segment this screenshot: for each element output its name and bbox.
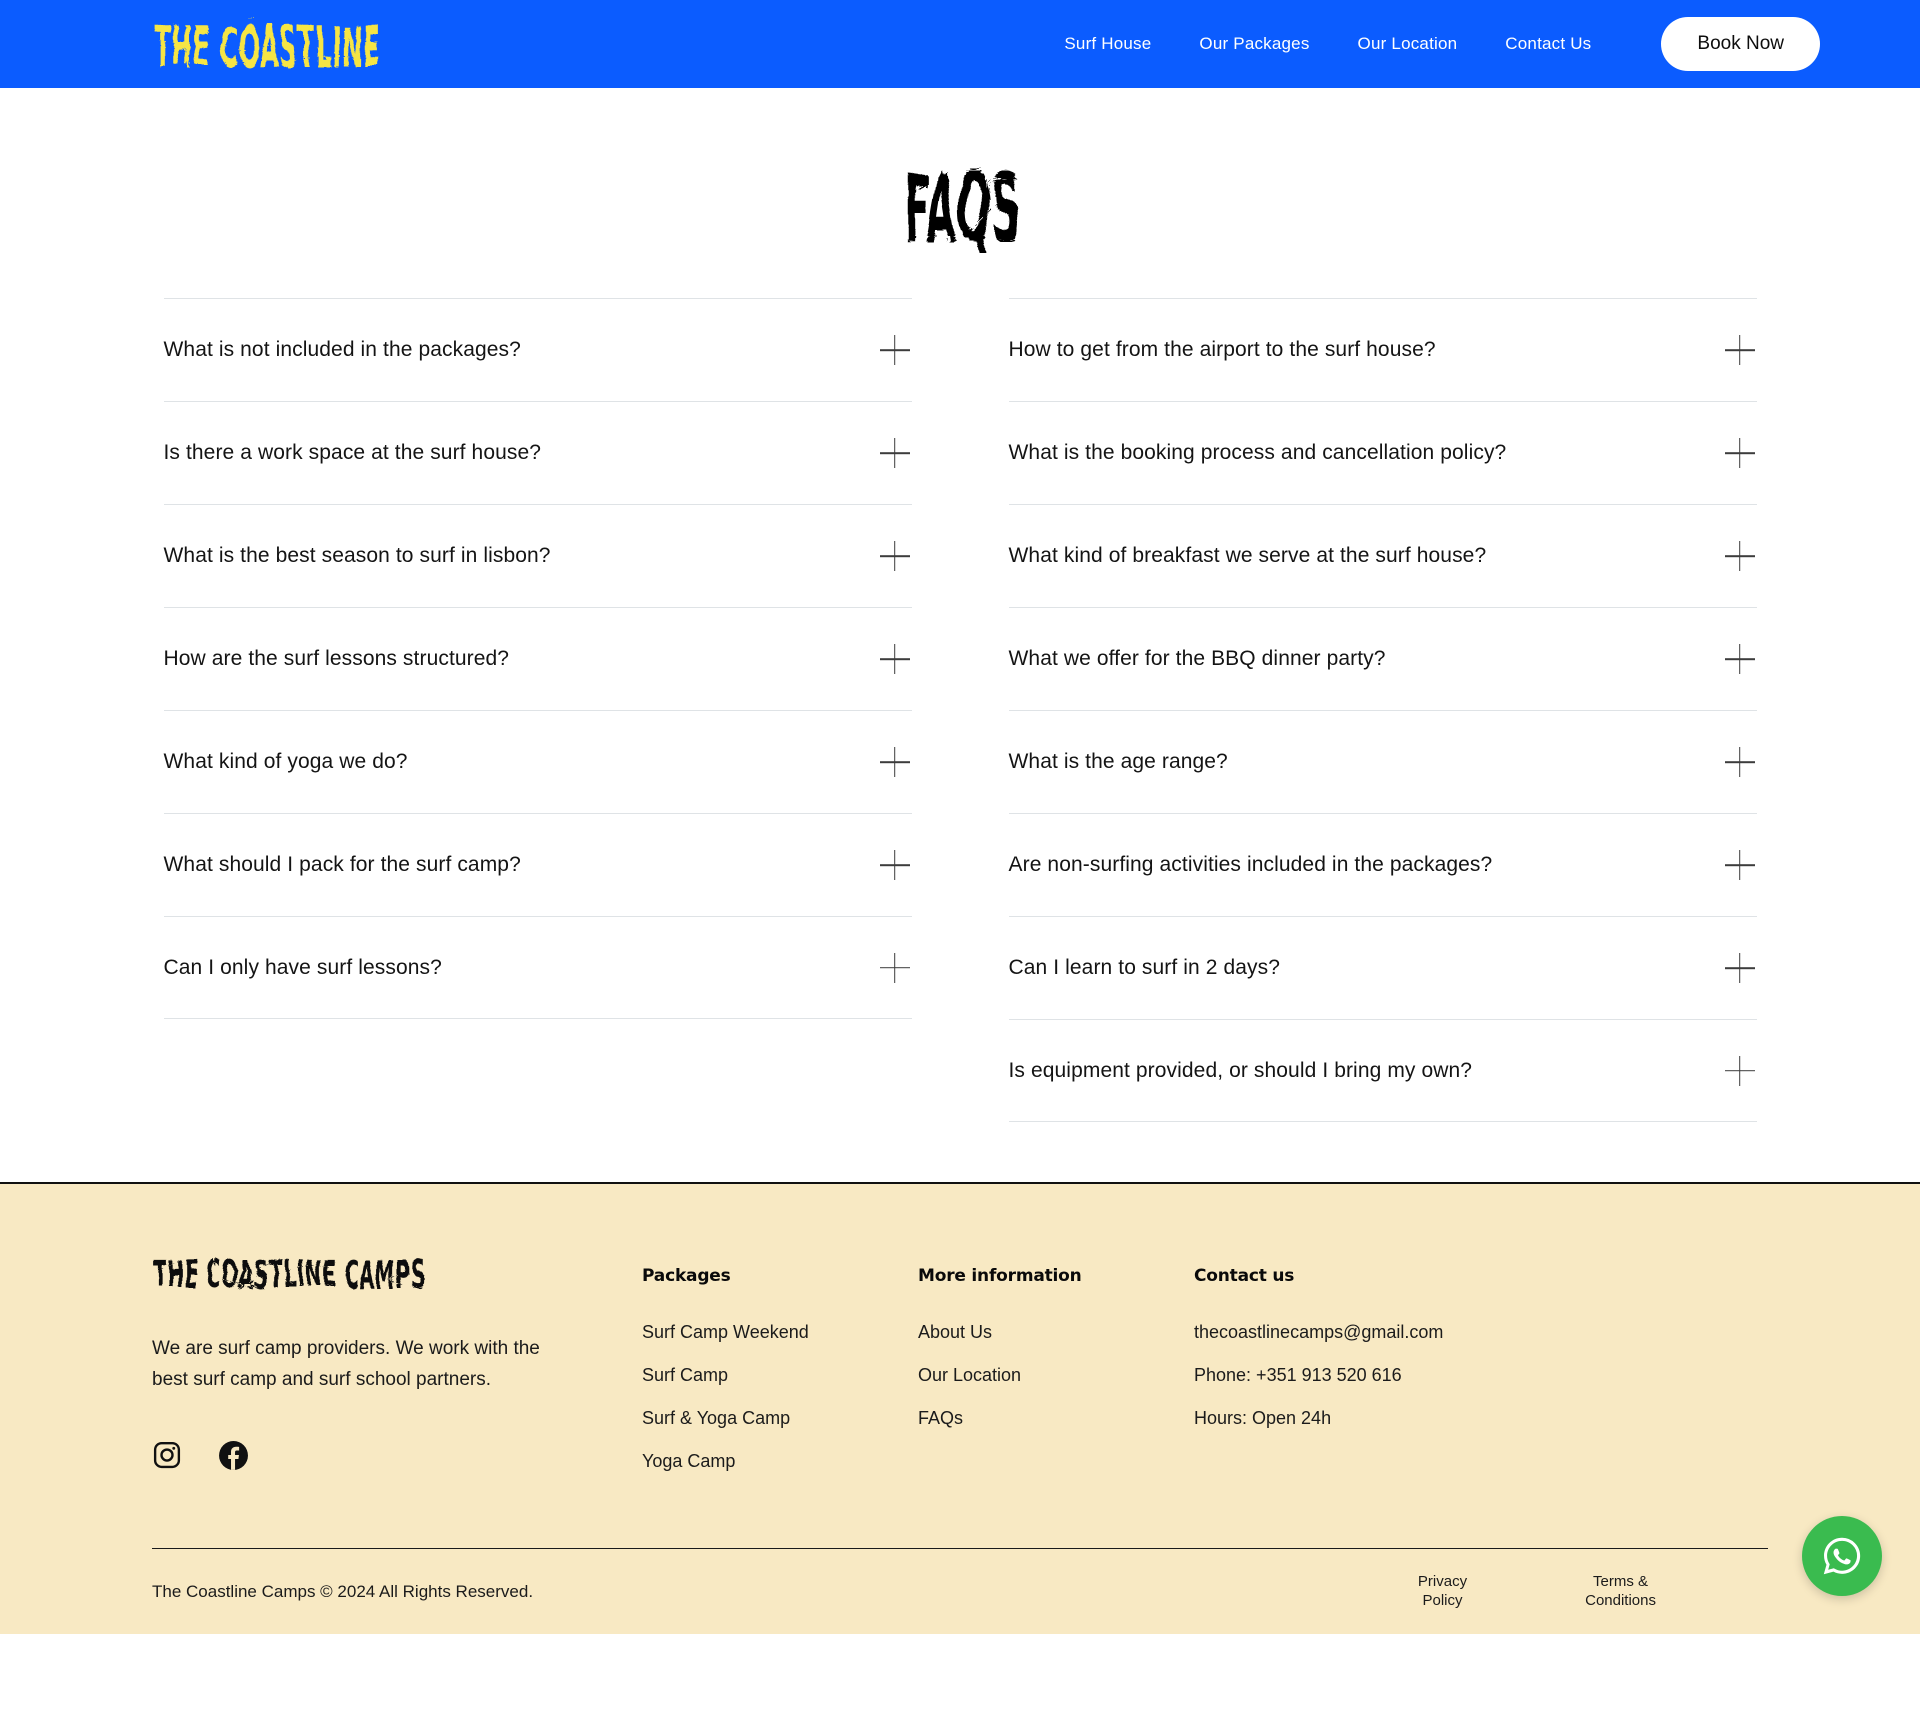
faq-question: What is the booking process and cancella… bbox=[1008, 441, 1507, 464]
faq-item[interactable]: How to get from the airport to the surf … bbox=[1008, 298, 1757, 401]
faq-item[interactable]: What should I pack for the surf camp? bbox=[163, 813, 912, 916]
nav-link-our-packages[interactable]: Our Packages bbox=[1199, 34, 1309, 54]
plus-icon[interactable] bbox=[1725, 850, 1755, 880]
plus-icon[interactable] bbox=[880, 541, 910, 571]
plus-icon[interactable] bbox=[1725, 747, 1755, 777]
privacy-policy-link[interactable]: Privacy Policy bbox=[1418, 1573, 1467, 1611]
faq-grid: What is not included in the packages? Is… bbox=[0, 298, 1920, 1122]
plus-icon[interactable] bbox=[880, 850, 910, 880]
faq-question: What is not included in the packages? bbox=[163, 338, 521, 361]
footer-logo[interactable]: THE COASTLINE CAMPS bbox=[152, 1253, 462, 1293]
faq-item[interactable]: Is there a work space at the surf house? bbox=[163, 401, 912, 504]
footer-description: We are surf camp providers. We work with… bbox=[152, 1338, 540, 1390]
plus-icon[interactable] bbox=[1725, 438, 1755, 468]
footer-link-yoga-camp[interactable]: Yoga Camp bbox=[642, 1451, 918, 1472]
faq-question: What kind of breakfast we serve at the s… bbox=[1008, 544, 1487, 567]
facebook-icon[interactable] bbox=[218, 1440, 249, 1476]
privacy-policy-line1: Privacy bbox=[1417, 1572, 1468, 1590]
faq-question: Can I only have surf lessons? bbox=[163, 955, 442, 979]
privacy-policy-line2: Policy bbox=[1422, 1591, 1463, 1609]
faq-question: Is equipment provided, or should I bring… bbox=[1008, 1058, 1473, 1082]
footer-column-contact: Contact us thecoastlinecamps@gmail.com P… bbox=[1194, 1266, 1534, 1494]
faq-question: How are the surf lessons structured? bbox=[163, 647, 510, 670]
faq-question: What should I pack for the surf camp? bbox=[163, 853, 521, 876]
nav-link-contact-us[interactable]: Contact Us bbox=[1505, 34, 1591, 54]
footer-bottom-bar: The Coastline Camps © 2024 All Rights Re… bbox=[152, 1548, 1768, 1634]
plus-icon[interactable] bbox=[880, 335, 910, 365]
faq-question: What we offer for the BBQ dinner party? bbox=[1008, 647, 1386, 670]
faq-column-left: What is not included in the packages? Is… bbox=[163, 298, 912, 1122]
footer-column-title: Packages bbox=[642, 1266, 731, 1286]
footer-contact-phone: Phone: +351 913 520 616 bbox=[1194, 1365, 1402, 1385]
instagram-icon[interactable] bbox=[152, 1440, 182, 1475]
whatsapp-button[interactable] bbox=[1802, 1516, 1882, 1596]
terms-conditions-line2: Conditions bbox=[1585, 1591, 1656, 1609]
plus-icon[interactable] bbox=[880, 438, 910, 468]
faq-question: Are non-surfing activities included in t… bbox=[1008, 853, 1493, 876]
plus-icon[interactable] bbox=[880, 953, 910, 983]
book-now-button[interactable]: Book Now bbox=[1661, 17, 1820, 71]
footer-column-packages: Packages Surf Camp Weekend Surf Camp Sur… bbox=[642, 1266, 918, 1494]
plus-icon[interactable] bbox=[1725, 644, 1755, 674]
copyright-text: The Coastline Camps © 2024 All Rights Re… bbox=[152, 1581, 534, 1601]
footer-column-title: More information bbox=[918, 1266, 1082, 1286]
footer-top: THE COASTLINE CAMPS We are surf camp pro… bbox=[152, 1253, 1768, 1494]
plus-icon[interactable] bbox=[880, 747, 910, 777]
faq-item[interactable]: Can I learn to surf in 2 days? bbox=[1008, 916, 1757, 1019]
faq-item[interactable]: What is not included in the packages? bbox=[163, 298, 912, 401]
footer-link-our-location[interactable]: Our Location bbox=[918, 1365, 1194, 1386]
nav-link-our-location[interactable]: Our Location bbox=[1358, 34, 1458, 54]
faq-item[interactable]: Is equipment provided, or should I bring… bbox=[1008, 1019, 1757, 1122]
main-navigation: Surf House Our Packages Our Location Con… bbox=[1064, 17, 1820, 71]
faq-question: What kind of yoga we do? bbox=[163, 750, 408, 773]
faq-column-right: How to get from the airport to the surf … bbox=[1008, 298, 1757, 1122]
terms-conditions-link[interactable]: Terms & Conditions bbox=[1585, 1573, 1656, 1611]
site-footer: THE COASTLINE CAMPS We are surf camp pro… bbox=[0, 1182, 1920, 1634]
footer-link-surf-yoga-camp[interactable]: Surf & Yoga Camp bbox=[642, 1408, 918, 1429]
footer-contact-hours: Hours: Open 24h bbox=[1194, 1408, 1332, 1428]
faq-section: FAQS What is not included in the package… bbox=[0, 88, 1920, 1182]
nav-link-surf-house[interactable]: Surf House bbox=[1064, 34, 1151, 54]
footer-link-faqs[interactable]: FAQs bbox=[918, 1408, 1194, 1429]
footer-contact-email[interactable]: thecoastlinecamps@gmail.com bbox=[1194, 1322, 1534, 1343]
faq-question: How to get from the airport to the surf … bbox=[1008, 338, 1436, 361]
plus-icon[interactable] bbox=[1725, 953, 1755, 983]
faq-item[interactable]: What is the age range? bbox=[1008, 710, 1757, 813]
faq-item[interactable]: How are the surf lessons structured? bbox=[163, 607, 912, 710]
plus-icon[interactable] bbox=[1725, 335, 1755, 365]
page-title-wrap: FAQS bbox=[0, 88, 1920, 298]
faq-question: What is the best season to surf in lisbo… bbox=[163, 544, 551, 567]
footer-link-about-us[interactable]: About Us bbox=[918, 1322, 1194, 1343]
social-links bbox=[152, 1440, 622, 1476]
brand-logo[interactable]: THE COASTLINE bbox=[152, 17, 379, 71]
plus-icon[interactable] bbox=[1725, 541, 1755, 571]
faq-question: Can I learn to surf in 2 days? bbox=[1008, 956, 1280, 979]
faq-item[interactable]: What we offer for the BBQ dinner party? bbox=[1008, 607, 1757, 710]
terms-conditions-line1: Terms & bbox=[1593, 1572, 1649, 1590]
footer-link-surf-camp-weekend[interactable]: Surf Camp Weekend bbox=[642, 1322, 918, 1343]
faq-item[interactable]: Are non-surfing activities included in t… bbox=[1008, 813, 1757, 916]
footer-column-title: Contact us bbox=[1194, 1266, 1295, 1286]
faq-item[interactable]: What kind of yoga we do? bbox=[163, 710, 912, 813]
site-header: THE COASTLINE Surf House Our Packages Ou… bbox=[0, 0, 1920, 88]
footer-brand: THE COASTLINE CAMPS We are surf camp pro… bbox=[152, 1253, 622, 1476]
footer-link-columns: Packages Surf Camp Weekend Surf Camp Sur… bbox=[642, 1258, 1534, 1494]
plus-icon[interactable] bbox=[880, 644, 910, 674]
faq-question: Is there a work space at the surf house? bbox=[163, 441, 542, 464]
legal-links: Privacy Policy Terms & Conditions bbox=[1418, 1573, 1768, 1611]
plus-icon[interactable] bbox=[1725, 1056, 1755, 1086]
faq-item[interactable]: What is the best season to surf in lisbo… bbox=[163, 504, 912, 607]
faq-item[interactable]: What kind of breakfast we serve at the s… bbox=[1008, 504, 1757, 607]
faq-question: What is the age range? bbox=[1008, 750, 1228, 773]
page-title: FAQS bbox=[901, 149, 1019, 255]
faq-item[interactable]: Can I only have surf lessons? bbox=[163, 916, 912, 1019]
footer-link-surf-camp[interactable]: Surf Camp bbox=[642, 1365, 918, 1386]
faq-item[interactable]: What is the booking process and cancella… bbox=[1008, 401, 1757, 504]
footer-column-more-information: More information About Us Our Location F… bbox=[918, 1266, 1194, 1494]
